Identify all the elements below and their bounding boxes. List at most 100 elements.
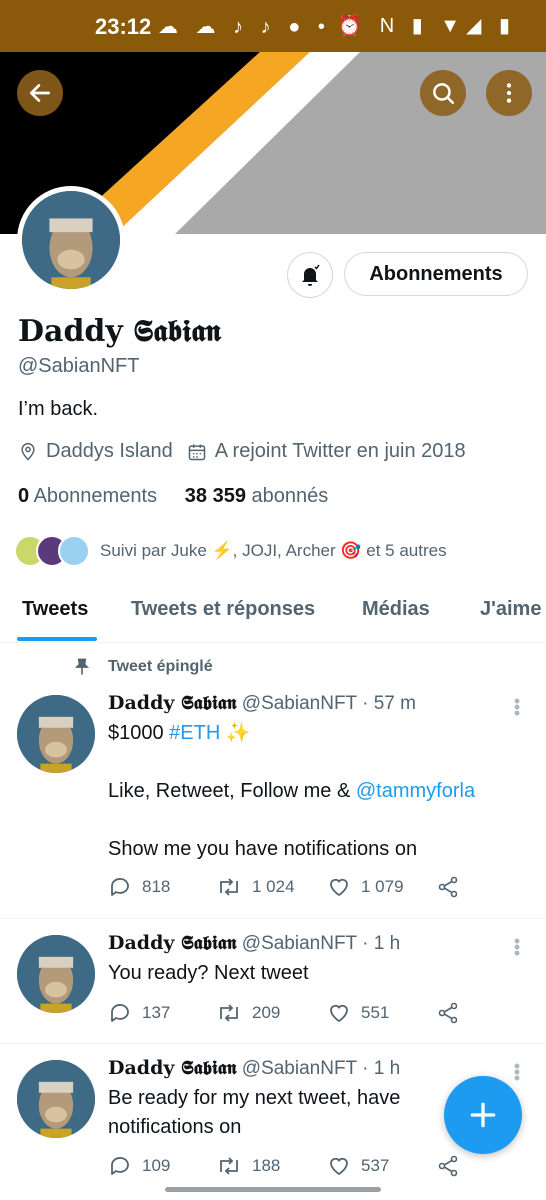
retweet-icon	[220, 878, 238, 896]
tweet-time: 1 h	[373, 933, 401, 954]
followers-link[interactable]: 38 359 abonnés	[185, 485, 328, 507]
status-bar: 23:12 ☁ ☁ ♪ ♪ ● • ⏰ N ▮ ▼◢ ▮	[0, 0, 546, 52]
bell-check-icon	[302, 264, 320, 286]
tweet-body: $1000 #ETH ✨ Like, Retweet, Follow me & …	[108, 719, 488, 864]
pinned-text: Tweet épinglé	[108, 658, 213, 675]
tab-tweets[interactable]: Tweets	[22, 598, 88, 621]
join-date-label: A rejoint Twitter en juin 2018	[214, 440, 466, 462]
arrow-left-icon	[29, 84, 51, 102]
search-icon	[433, 83, 454, 104]
tweet-author-handle: @SabianNFT	[241, 693, 357, 714]
reply-button[interactable]: 137	[108, 1001, 170, 1025]
tweet-text-part: Like, Retweet, Follow me &	[108, 780, 356, 802]
followers-count: 38 359	[184, 485, 246, 507]
notifications-bell-button[interactable]	[287, 252, 333, 298]
hashtag-link[interactable]: #ETH	[169, 722, 220, 744]
location-label: Daddys Island	[46, 440, 173, 462]
retweet-icon	[220, 1004, 238, 1022]
retweet-count: 209	[252, 1003, 281, 1022]
location: Daddys Island	[18, 440, 173, 463]
tweet-actions: 109 188 537	[108, 1154, 488, 1184]
user-handle: @SabianNFT	[18, 355, 140, 377]
tweet-header: Daddy 𝕾𝖆𝖇𝖎𝖆𝖓 @SabianNFT · 1 h	[108, 1057, 401, 1079]
reply-button[interactable]: 109	[108, 1154, 170, 1178]
reply-count: 137	[142, 1003, 171, 1022]
heart-icon	[330, 1004, 348, 1023]
retweet-count: 188	[252, 1156, 281, 1175]
like-button[interactable]: 537	[327, 1154, 389, 1178]
tab-likes[interactable]: J'aime	[480, 598, 541, 621]
tweet-text-part: $1000	[108, 722, 170, 744]
search-button[interactable]	[420, 70, 466, 116]
like-count: 551	[361, 1003, 390, 1022]
retweet-icon	[220, 1157, 238, 1175]
share-icon	[438, 1155, 458, 1177]
tweet-time: 57 m	[373, 693, 416, 714]
reply-icon	[111, 1004, 129, 1022]
share-button[interactable]	[436, 1154, 470, 1178]
mention-link[interactable]: @tammyforla	[356, 780, 475, 802]
retweet-count: 1 024	[252, 877, 295, 896]
tab-tweets-replies[interactable]: Tweets et réponses	[131, 598, 315, 621]
tweet-author-name[interactable]: Daddy 𝕾𝖆𝖇𝖎𝖆𝖓	[108, 692, 237, 714]
follower-avatar	[58, 535, 90, 567]
following-button[interactable]: Abonnements	[344, 252, 528, 296]
tweet-avatar[interactable]	[17, 1060, 95, 1138]
following-count: 0	[18, 485, 30, 507]
tweet-text-part: ✨	[220, 722, 251, 744]
followers-label: abonnés	[251, 485, 329, 507]
reply-button[interactable]: 818	[108, 875, 170, 899]
pinned-tweet-label: Tweet épinglé	[72, 657, 213, 677]
tweet-body: You ready? Next tweet	[108, 962, 309, 984]
tweet-divider	[0, 1043, 546, 1044]
profile-avatar[interactable]	[17, 186, 125, 294]
share-icon	[438, 876, 458, 898]
tweet-more-icon[interactable]: • • •	[513, 1057, 521, 1087]
tweet-header: Daddy 𝕾𝖆𝖇𝖎𝖆𝖓 @SabianNFT · 1 h	[108, 932, 401, 954]
compose-tweet-button[interactable]	[444, 1076, 522, 1154]
reply-icon	[111, 1157, 129, 1175]
more-options-button[interactable]	[486, 70, 532, 116]
tweet-author-handle: @SabianNFT	[241, 1058, 357, 1079]
followed-by[interactable]: Suivi par Juke ⚡, JOJI, Archer 🎯 et 5 au…	[14, 533, 447, 569]
join-date: A rejoint Twitter en juin 2018	[187, 440, 466, 463]
profile-bio: I’m back.	[18, 398, 99, 420]
tweet-text-part: Show me you have notifications on	[108, 838, 418, 860]
like-count: 537	[361, 1156, 390, 1175]
tweet-divider	[0, 918, 546, 919]
tweet-actions: 818 1 024 1 079	[108, 875, 488, 905]
share-button[interactable]	[436, 1001, 470, 1025]
like-button[interactable]: 551	[327, 1001, 389, 1025]
following-link[interactable]: 0 Abonnements	[18, 485, 157, 507]
retweet-button[interactable]: 209	[216, 1001, 280, 1025]
like-button[interactable]: 1 079	[327, 875, 404, 899]
tweet-avatar[interactable]	[17, 935, 95, 1013]
tweet-more-icon[interactable]: • • •	[513, 692, 521, 722]
gesture-bar[interactable]	[165, 1187, 381, 1192]
tab-media[interactable]: Médias	[362, 598, 430, 621]
location-pin-icon	[21, 442, 35, 461]
tweet-body: Be ready for my next tweet, have notific…	[108, 1087, 401, 1138]
retweet-button[interactable]: 188	[216, 1154, 280, 1178]
calendar-icon	[188, 444, 205, 460]
follow-counts: 0 Abonnements 38 359 abonnés	[18, 485, 328, 508]
back-button[interactable]	[17, 70, 63, 116]
tweet-author-name[interactable]: Daddy 𝕾𝖆𝖇𝖎𝖆𝖓	[108, 1057, 237, 1079]
retweet-button[interactable]: 1 024	[216, 875, 295, 899]
tweet-avatar[interactable]	[17, 695, 95, 773]
like-count: 1 079	[361, 877, 404, 896]
tweet-author-name[interactable]: Daddy 𝕾𝖆𝖇𝖎𝖆𝖓	[108, 932, 237, 954]
plus-icon	[470, 1102, 496, 1128]
profile-meta: Daddys Island A rejoint Twitter en juin …	[18, 440, 480, 463]
tweet-author-handle: @SabianNFT	[241, 933, 357, 954]
tweet-more-icon[interactable]: • • •	[513, 932, 521, 962]
tweet-actions: 137 209 551	[108, 1001, 488, 1031]
notification-icons: ☁ ☁ ♪ ♪ ● •	[158, 16, 331, 38]
profile-tabs: Tweets Tweets et réponses Médias J'aime	[0, 584, 546, 643]
share-icon	[438, 1002, 458, 1024]
share-button[interactable]	[436, 875, 470, 899]
heart-icon	[330, 1157, 348, 1176]
heart-icon	[330, 878, 348, 897]
tweet-time: 1 h	[373, 1058, 401, 1079]
followed-by-text: Suivi par Juke ⚡, JOJI, Archer 🎯 et 5 au…	[100, 541, 447, 560]
